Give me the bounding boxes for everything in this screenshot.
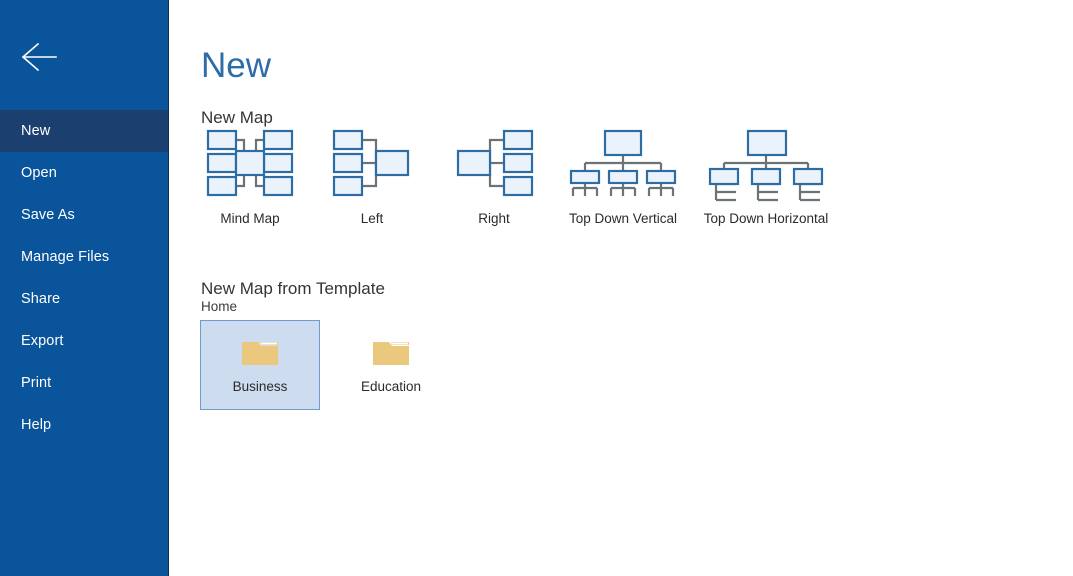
map-type-label: Top Down Vertical [568,211,678,226]
template-tile-label: Business [232,378,288,394]
folder-icon [241,337,279,367]
map-type-label: Right [478,211,510,226]
sidebar-item-print[interactable]: Print [0,362,168,404]
map-type-left[interactable]: Left [322,124,422,226]
sidebar-item-label: Help [21,416,52,433]
map-type-label: Mind Map [220,211,280,226]
sidebar-item-label: Save As [21,206,75,223]
sidebar-item-new[interactable]: New [0,110,168,152]
map-type-label: Left [360,211,384,226]
main-content: New New Map Mind Map Left Right Top Down… [169,0,1073,576]
sidebar-item-label: Open [21,164,57,181]
sidebar: New Open Save As Manage Files Share Expo… [0,0,169,576]
map-thumb [322,124,422,202]
sidebar-item-label: Export [21,332,64,349]
left-layout-icon [332,129,410,197]
sidebar-item-export[interactable]: Export [0,320,168,362]
page-title: New [201,46,272,86]
folder-icon [372,337,410,367]
sidebar-item-label: Share [21,290,61,307]
template-tile-label: Education [360,378,422,394]
map-type-label: Top Down Horizontal [703,211,829,226]
back-arrow-icon [21,42,57,72]
template-breadcrumb: Home [201,299,238,314]
new-map-gallery: Mind Map Left Right Top Down Vertical To… [200,124,852,226]
sidebar-item-label: Manage Files [21,248,110,265]
map-thumb [444,124,544,202]
template-tile-education[interactable]: Education [331,320,451,410]
map-thumb [566,124,680,202]
sidebar-item-share[interactable]: Share [0,278,168,320]
backstage-view: New Open Save As Manage Files Share Expo… [0,0,1073,576]
template-tile-business[interactable]: Business [200,320,320,410]
sidebar-nav: New Open Save As Manage Files Share Expo… [0,110,168,446]
map-thumb [200,124,300,202]
map-type-right[interactable]: Right [444,124,544,226]
top-down-horizontal-icon [708,129,824,202]
map-thumb [702,124,830,202]
sidebar-item-open[interactable]: Open [0,152,168,194]
right-layout-icon [456,129,534,197]
mind-map-icon [206,129,294,197]
back-button[interactable] [14,36,58,78]
sidebar-item-save-as[interactable]: Save As [0,194,168,236]
map-type-top-down-vertical[interactable]: Top Down Vertical [566,124,680,226]
map-type-top-down-horizontal[interactable]: Top Down Horizontal [702,124,830,226]
map-type-mind-map[interactable]: Mind Map [200,124,300,226]
sidebar-item-help[interactable]: Help [0,404,168,446]
template-heading: New Map from Template [201,279,385,299]
sidebar-item-label: Print [21,374,52,391]
template-folder-list: Business Education [200,320,462,410]
sidebar-item-label: New [21,122,51,139]
top-down-vertical-icon [569,129,677,196]
sidebar-item-manage-files[interactable]: Manage Files [0,236,168,278]
